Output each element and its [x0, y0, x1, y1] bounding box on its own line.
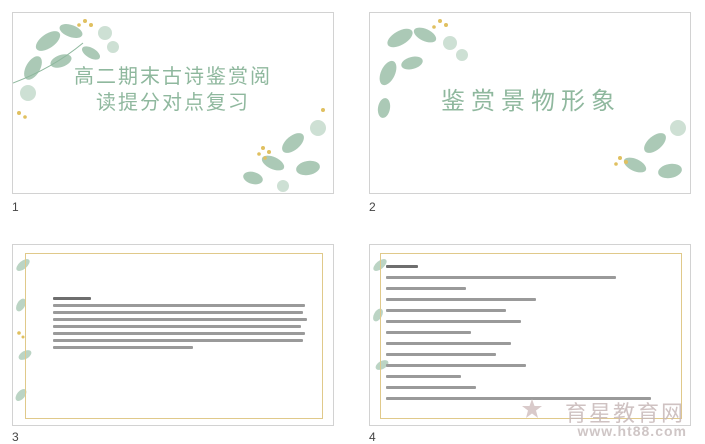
- slide-number-3: 3: [12, 430, 19, 444]
- slide-1-title: 高二期末古诗鉴赏阅 读提分对点复习: [53, 63, 293, 115]
- slide-1-title-line1: 高二期末古诗鉴赏阅: [74, 64, 272, 88]
- slide-4-body-text: [386, 265, 671, 408]
- slide-thumbnail-1[interactable]: 高二期末古诗鉴赏阅 读提分对点复习: [12, 12, 334, 194]
- slide-2-title: 鉴赏景物形象: [441, 87, 621, 115]
- leaf-decoration-bottom-right: [614, 120, 686, 179]
- slide-number-2: 2: [369, 200, 376, 214]
- slide-thumbnail-3[interactable]: [12, 244, 334, 426]
- watermark-url: www.ht88.com: [577, 423, 687, 439]
- watermark: 育星教育网 www.ht88.com: [517, 394, 697, 444]
- slide-number-1: 1: [12, 200, 19, 214]
- slide-thumbnail-2[interactable]: 鉴赏景物形象: [369, 12, 691, 194]
- slide-number-4: 4: [369, 430, 376, 444]
- slide-3-body-text: [53, 297, 308, 353]
- watermark-logo-icon: [522, 399, 542, 418]
- slide-1-title-line2: 读提分对点复习: [96, 90, 250, 114]
